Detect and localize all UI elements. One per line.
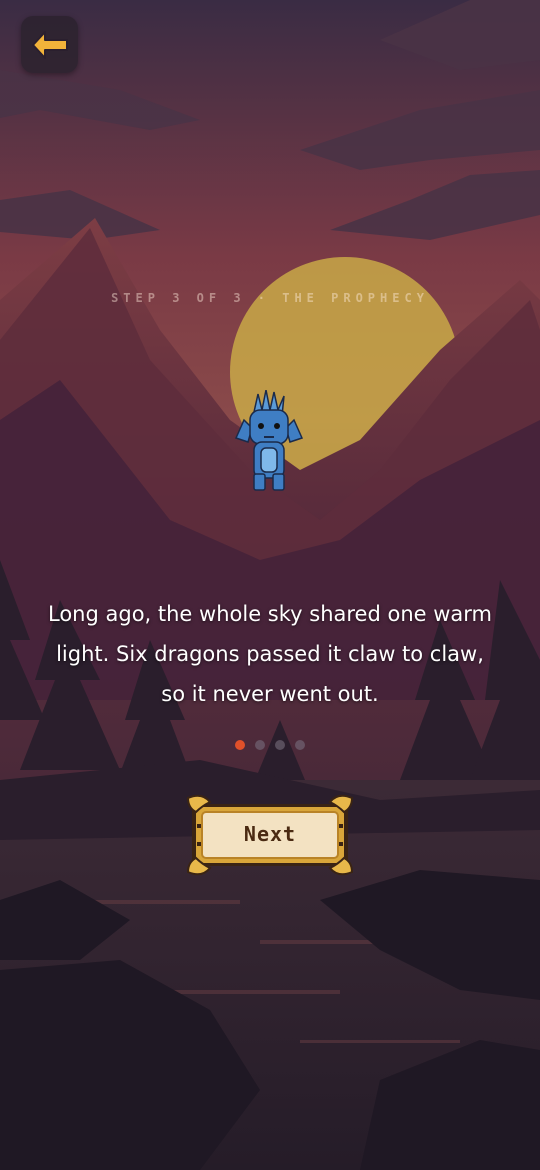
page-dot[interactable] (255, 740, 265, 750)
dragon-icon (234, 390, 304, 491)
page-dot[interactable] (295, 740, 305, 750)
page-dot[interactable] (275, 740, 285, 750)
step-label: STEP 3 OF 3 · THE PROPHECY (111, 291, 429, 305)
arrow-left-icon (31, 30, 68, 59)
page-dot[interactable] (235, 740, 245, 750)
story-text: Long ago, the whole sky shared one warm … (30, 594, 510, 714)
next-button[interactable]: Next (184, 792, 356, 878)
pagination-dots (0, 740, 540, 750)
story-line: light. Six dragons passed it claw to cla… (56, 642, 484, 666)
background-scene (0, 0, 540, 1170)
story-line: Long ago, the whole sky shared one warm (48, 602, 492, 626)
next-button-label: Next (243, 822, 297, 846)
story-line: so it never went out. (161, 682, 379, 706)
back-button[interactable] (21, 16, 78, 73)
